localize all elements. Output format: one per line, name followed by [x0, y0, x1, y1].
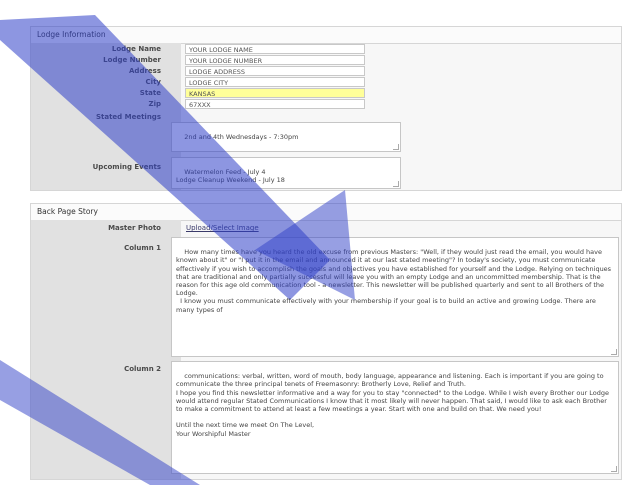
- stated-meetings-label: Stated Meetings: [95, 113, 161, 121]
- field-label-lodge-name: Lodge Name: [111, 45, 161, 53]
- resize-grip[interactable]: [611, 466, 617, 472]
- field-label-city: City: [145, 78, 161, 86]
- city-field[interactable]: LODGE CITY: [185, 77, 365, 87]
- column1-textarea[interactable]: How many times have you heard the old ex…: [171, 237, 619, 357]
- lodge-number-field[interactable]: YOUR LODGE NUMBER: [185, 55, 365, 65]
- column2-text: communications: verbal, written, word of…: [176, 372, 609, 438]
- label-column: [31, 220, 181, 479]
- stated-meetings-textarea[interactable]: 2nd and 4th Wednesdays - 7:30pm: [171, 122, 401, 152]
- resize-grip[interactable]: [393, 144, 399, 150]
- zip-field[interactable]: 67XXX: [185, 99, 365, 109]
- upcoming-events-textarea[interactable]: Watermelon Feed - July 4 Lodge Cleanup W…: [171, 157, 401, 189]
- lodge-info-title: Lodge Information: [31, 27, 621, 44]
- lodge-name-field[interactable]: YOUR LODGE NAME: [185, 44, 365, 54]
- column2-label: Column 2: [124, 365, 161, 373]
- upcoming-events-label: Upcoming Events: [92, 163, 161, 171]
- upcoming-events-text: Watermelon Feed - July 4 Lodge Cleanup W…: [176, 168, 285, 185]
- resize-grip[interactable]: [611, 349, 617, 355]
- state-field[interactable]: KANSAS: [185, 88, 365, 98]
- lodge-info-panel: Lodge Information Lodge Name YOUR LODGE …: [30, 26, 622, 191]
- column1-text: How many times have you heard the old ex…: [176, 248, 612, 314]
- column2-textarea[interactable]: communications: verbal, written, word of…: [171, 361, 619, 474]
- address-field[interactable]: LODGE ADDRESS: [185, 66, 365, 76]
- back-page-panel: Back Page Story Master Photo Upload/Sele…: [30, 203, 622, 480]
- back-page-title: Back Page Story: [31, 204, 621, 221]
- field-label-lodge-number: Lodge Number: [103, 56, 161, 64]
- column1-label: Column 1: [124, 244, 161, 252]
- master-photo-label: Master Photo: [108, 224, 161, 232]
- upload-select-image-link[interactable]: Upload/Select Image: [186, 224, 259, 232]
- field-label-state: State: [139, 89, 161, 97]
- stated-meetings-text: 2nd and 4th Wednesdays - 7:30pm: [184, 133, 299, 142]
- field-label-zip: Zip: [148, 100, 162, 108]
- resize-grip[interactable]: [393, 181, 399, 187]
- field-label-address: Address: [129, 67, 161, 75]
